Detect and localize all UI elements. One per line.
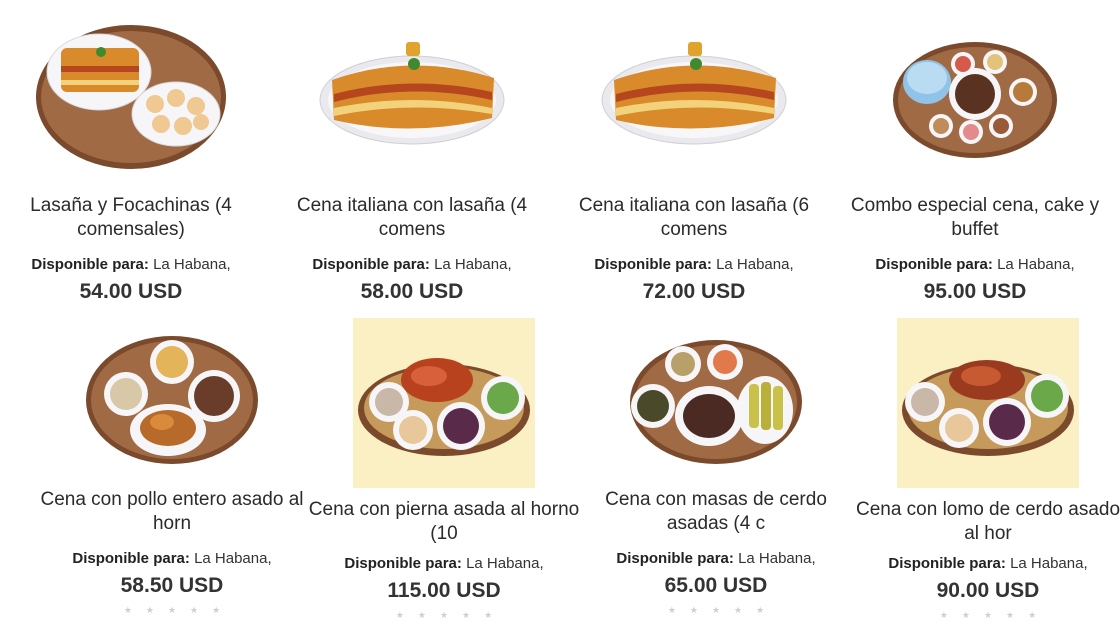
rating-stars[interactable]: ★★★★★ — [31, 605, 313, 615]
availability: Disponible para: La Habana, — [834, 255, 1116, 275]
lasagna-image[interactable] — [312, 22, 512, 172]
product-card[interactable]: Cena italiana con lasaña (4 comens Dispo… — [271, 22, 553, 305]
availability-label: Disponible para: — [312, 256, 430, 273]
availability-label: Disponible para: — [888, 555, 1006, 572]
availability-value: La Habana, — [434, 256, 512, 273]
product-card[interactable]: Combo especial cena, cake y buffet Dispo… — [834, 22, 1116, 305]
availability-label: Disponible para: — [344, 555, 462, 572]
lasagna-image[interactable] — [594, 22, 794, 172]
product-price: 95.00 USD — [923, 280, 1027, 303]
pork-chunks-image[interactable] — [625, 318, 807, 483]
product-card[interactable]: Cena con lomo de cerdo asado al hor Disp… — [847, 318, 1120, 620]
product-title[interactable]: Cena con pollo entero asado al horn — [31, 488, 313, 536]
availability-value: La Habana, — [738, 550, 816, 567]
product-title[interactable]: Lasaña y Focachinas (4 comensales) — [0, 194, 272, 242]
product-title[interactable]: Cena con masas de cerdo asadas (4 c — [575, 488, 857, 536]
availability-label: Disponible para: — [31, 256, 149, 273]
availability: Disponible para: La Habana, — [303, 554, 585, 574]
availability-value: La Habana, — [716, 256, 794, 273]
roast-leg-image[interactable] — [353, 318, 535, 488]
availability-label: Disponible para: — [72, 550, 190, 567]
roast-chicken-image[interactable] — [82, 318, 262, 483]
availability: Disponible para: La Habana, — [271, 255, 553, 275]
product-price: 115.00 USD — [387, 579, 501, 602]
product-card[interactable]: Cena con pollo entero asado al horn Disp… — [31, 318, 313, 615]
product-price: 65.00 USD — [664, 574, 768, 597]
availability-value: La Habana, — [194, 550, 272, 567]
cake-and-buffet-image[interactable] — [875, 22, 1075, 172]
lasagna-and-focaccia-image[interactable] — [31, 22, 231, 172]
product-card[interactable]: Cena con masas de cerdo asadas (4 c Disp… — [575, 318, 857, 615]
product-price: 72.00 USD — [642, 280, 746, 303]
availability: Disponible para: La Habana, — [575, 549, 857, 569]
availability: Disponible para: La Habana, — [0, 255, 272, 275]
rating-stars[interactable]: ★★★★★ — [303, 610, 585, 620]
product-card[interactable]: Cena con pierna asada al horno (10 Dispo… — [303, 318, 585, 620]
availability-label: Disponible para: — [875, 256, 993, 273]
product-grid: Lasaña y Focachinas (4 comensales) Dispo… — [0, 0, 1120, 630]
pork-loin-image[interactable] — [897, 318, 1079, 488]
product-card[interactable]: Lasaña y Focachinas (4 comensales) Dispo… — [0, 22, 272, 305]
availability: Disponible para: La Habana, — [31, 549, 313, 569]
product-title[interactable]: Combo especial cena, cake y buffet — [834, 194, 1116, 242]
availability-value: La Habana, — [153, 256, 231, 273]
product-title[interactable]: Cena con pierna asada al horno (10 — [303, 498, 585, 546]
availability-value: La Habana, — [466, 555, 544, 572]
availability-value: La Habana, — [1010, 555, 1088, 572]
availability-label: Disponible para: — [594, 256, 712, 273]
rating-stars[interactable]: ★★★★★ — [847, 610, 1120, 620]
product-card[interactable]: Cena italiana con lasaña (6 comens Dispo… — [553, 22, 835, 305]
product-price: 90.00 USD — [936, 579, 1040, 602]
product-price: 54.00 USD — [79, 280, 183, 303]
availability: Disponible para: La Habana, — [847, 554, 1120, 574]
product-title[interactable]: Cena italiana con lasaña (6 comens — [553, 194, 835, 242]
availability: Disponible para: La Habana, — [553, 255, 835, 275]
product-price: 58.50 USD — [120, 574, 224, 597]
product-title[interactable]: Cena con lomo de cerdo asado al hor — [847, 498, 1120, 546]
availability-value: La Habana, — [997, 256, 1075, 273]
product-price: 58.00 USD — [360, 280, 464, 303]
availability-label: Disponible para: — [616, 550, 734, 567]
product-title[interactable]: Cena italiana con lasaña (4 comens — [271, 194, 553, 242]
rating-stars[interactable]: ★★★★★ — [575, 605, 857, 615]
